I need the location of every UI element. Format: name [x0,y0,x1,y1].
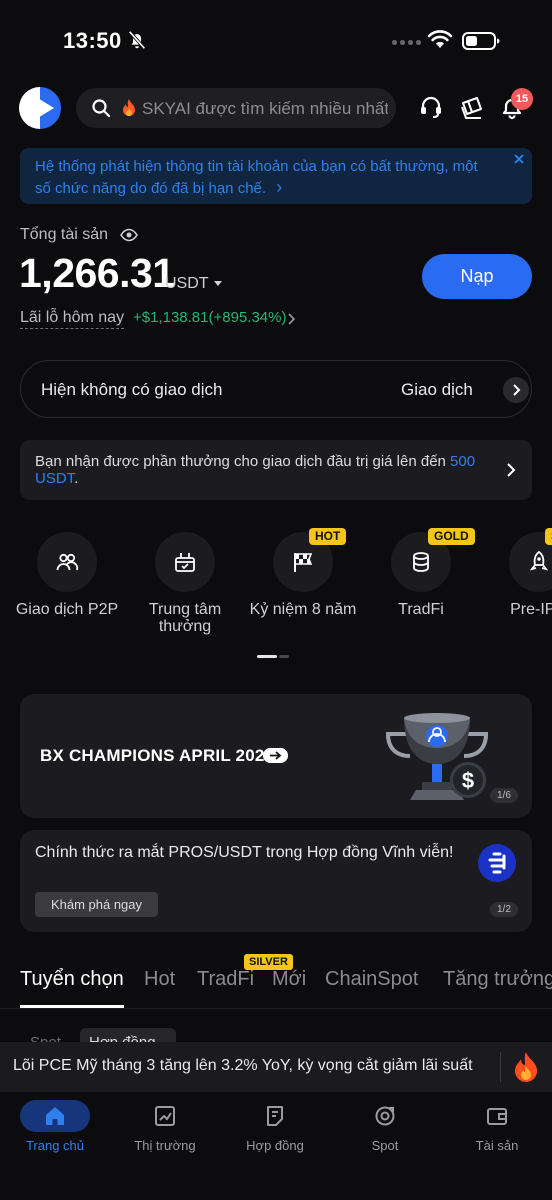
search-icon [92,99,111,118]
banner-counter: 1/6 [490,788,518,803]
headset-icon[interactable] [418,94,444,120]
chevron-right-icon [513,384,521,396]
rocket-icon [529,550,549,571]
shortcut-label: Pre-IPO [510,601,552,618]
trade-link[interactable]: Giao dịch [401,380,473,400]
nav-futures[interactable]: Hợp đồng [220,1100,330,1153]
nav-label: Hợp đồng [246,1138,304,1153]
shortcut-label: Trung tâm thưởng [148,601,222,635]
total-assets-value: 1,266.31 [19,250,175,296]
chart-icon [155,1106,175,1126]
chevron-right-icon [507,463,516,477]
flame-icon[interactable] [513,1051,539,1083]
gift-calendar-icon [175,553,195,572]
hot-tag: HOT [309,528,347,545]
search-placeholder: SKYAI được tìm kiếm nhiều nhất [142,99,388,118]
ticker-text: Lõi PCE Mỹ tháng 3 tăng lên 3.2% YoY, kỳ… [13,1057,473,1074]
reward-text: Bạn nhận được phần thưởng cho giao dịch … [35,453,485,487]
shortcut-label: Kỷ niệm 8 năm [249,601,357,618]
wifi-icon [427,30,453,48]
bottom-nav: Trang chủ Thị trường Hợp đồng Spot Tài s… [0,1092,552,1200]
caret-down-icon[interactable] [214,281,222,286]
champions-banner[interactable]: BX CHAMPIONS APRIL 2026 $ 1/6 [20,694,532,818]
pnl-label[interactable]: Lãi lỗ hôm nay [20,309,125,329]
svg-text:$: $ [462,768,474,793]
shortcut-anniversary[interactable]: Kỷ niệm 8 năm [243,532,363,618]
tab-growth[interactable]: Tăng trưởng [443,968,552,991]
nav-label: Tài sản [475,1138,519,1153]
signal-icon [392,40,421,45]
total-assets-label: Tổng tài sản [20,226,109,243]
coin-stack-icon [413,552,429,572]
shortcut-p2p-button[interactable] [37,532,97,592]
news-ticker[interactable]: Lõi PCE Mỹ tháng 3 tăng lên 3.2% YoY, kỳ… [0,1042,552,1092]
gold-tag: GOLD [428,528,475,545]
pre-ipo-tag: S [545,528,552,545]
silver-tag: SILVER [244,954,293,970]
tab-new[interactable]: Mới [272,968,306,991]
checkered-flag-icon [294,553,313,572]
shortcut-p2p[interactable]: Giao dịch P2P [7,532,127,618]
reward-text-main: Bạn nhận được phần thưởng cho giao dịch … [35,453,446,470]
tab-featured[interactable]: Tuyển chọn [20,968,124,991]
nav-label: Thị trường [134,1138,196,1153]
banner-title: BX CHAMPIONS APRIL 2026 [40,746,275,765]
nav-market[interactable]: Thị trường [110,1100,220,1153]
top-bar: SKYAI được tìm kiếm nhiều nhất [0,86,552,132]
explore-button[interactable]: Khám phá ngay [35,892,158,917]
pros-logo-icon [488,852,506,874]
nav-label: Trang chủ [25,1138,85,1153]
fire-icon [123,99,135,116]
news-text: Chính thức ra mắt PROS/USDT trong Hợp đồ… [35,844,454,861]
bell-off-icon [128,30,146,50]
battery-icon [462,32,500,50]
spot-icon [375,1106,395,1126]
tab-underline [20,1005,124,1008]
shortcut-label: Giao dịch P2P [15,601,119,618]
gift-tag-icon[interactable] [459,94,485,120]
alert-text: Hệ thống phát hiện thông tin tài khoản c… [35,158,478,197]
nav-assets[interactable]: Tài sản [442,1100,552,1153]
ticker-divider [500,1052,501,1082]
alert-link-arrow[interactable]: › [276,177,282,197]
pnl-value: +$1,138.81(+895.34%) [133,309,287,326]
status-time: 13:50 [63,28,122,53]
account-alert[interactable]: Hệ thống phát hiện thông tin tài khoản c… [20,148,532,204]
nav-home[interactable]: Trang chủ [0,1100,110,1153]
contract-icon [267,1106,283,1126]
tab-hot[interactable]: Hot [144,968,175,991]
deposit-button[interactable]: Nạp [422,254,532,299]
transactions-card[interactable]: Hiện không có giao dịch Giao dịch [20,360,532,418]
notification-badge: 15 [511,88,533,110]
shortcuts-pager [257,655,289,658]
arrow-right-icon [263,748,288,763]
home-icon [46,1107,64,1125]
trade-arrow-button[interactable] [503,377,529,403]
reward-suffix: . [74,470,79,487]
market-tabs: Tuyển chọn Hot TradFi Mới ChainSpot Tăng… [0,965,552,1009]
tab-tradfi[interactable]: TradFi [197,968,254,991]
app-logo[interactable] [19,87,61,129]
nav-spot[interactable]: Spot [330,1100,440,1153]
status-bar: 13:50 [0,0,552,80]
news-counter: 1/2 [490,902,518,917]
shortcut-rewards-button[interactable] [155,532,215,592]
trophy-icon: $ [385,713,489,800]
shortcut-label: TradFi [398,601,444,618]
users-icon [56,553,79,571]
chevron-right-icon[interactable] [286,312,296,326]
wallet-icon [487,1108,507,1125]
reward-card[interactable]: Bạn nhận được phần thưởng cho giao dịch … [20,440,532,500]
close-icon[interactable] [512,152,526,166]
no-transactions-text: Hiện không có giao dịch [41,380,223,399]
asset-unit-selector[interactable]: USDT [165,275,209,293]
search-bar[interactable]: SKYAI được tìm kiếm nhiều nhất [76,88,396,128]
tab-chainspot[interactable]: ChainSpot [325,968,418,991]
shortcut-pre-ipo[interactable]: Pre-IPO [479,532,552,618]
shortcut-rewards-center[interactable]: Trung tâm thưởng [125,532,245,635]
news-card[interactable]: Chính thức ra mắt PROS/USDT trong Hợp đồ… [20,830,532,932]
pros-token-icon [478,844,516,882]
eye-icon[interactable] [120,228,138,242]
nav-label: Spot [371,1138,399,1153]
